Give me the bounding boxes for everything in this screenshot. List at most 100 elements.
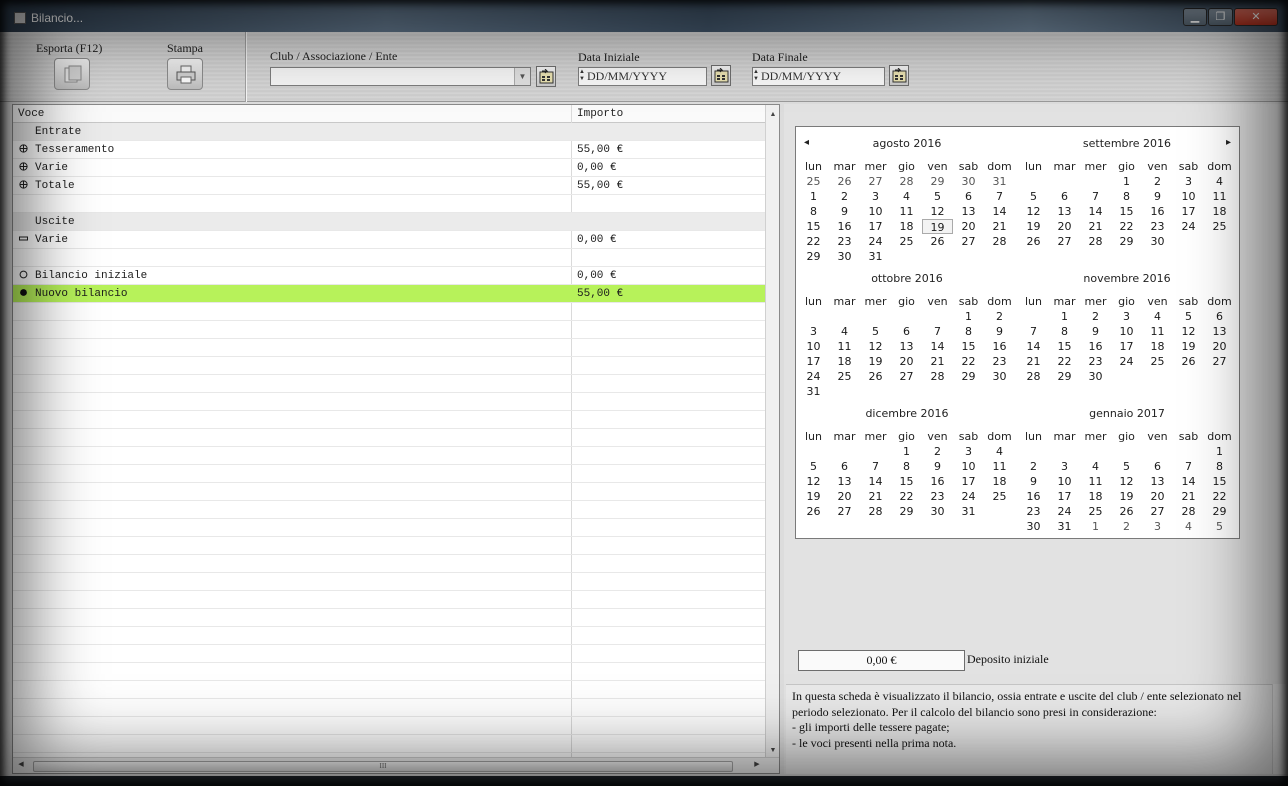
calendar-day[interactable]: 17 <box>953 474 984 489</box>
calendar-day[interactable]: 1 <box>1111 174 1142 189</box>
calendar-day[interactable]: 8 <box>798 204 829 219</box>
calendar-day[interactable]: 12 <box>798 474 829 489</box>
calendar-day[interactable]: 7 <box>1080 189 1111 204</box>
calendar-day[interactable]: 15 <box>953 339 984 354</box>
table-row[interactable] <box>13 447 765 465</box>
calendar-day[interactable]: 26 <box>860 369 891 384</box>
calendar-day[interactable]: 6 <box>829 459 860 474</box>
calendar-day[interactable]: 23 <box>1142 219 1173 234</box>
print-button[interactable] <box>167 58 203 90</box>
calendar-day[interactable]: 4 <box>984 444 1015 459</box>
calendar-day[interactable]: 4 <box>1173 519 1204 534</box>
calendar-day[interactable]: 5 <box>860 324 891 339</box>
calendar-day[interactable]: 28 <box>860 504 891 519</box>
calendar-day[interactable]: 21 <box>1173 489 1204 504</box>
table-row[interactable] <box>13 483 765 501</box>
calendar-day[interactable]: 16 <box>1142 204 1173 219</box>
calendar-day[interactable]: 12 <box>860 339 891 354</box>
calendar-day[interactable]: 21 <box>1080 219 1111 234</box>
calendar-day[interactable]: 15 <box>1111 204 1142 219</box>
table-row[interactable] <box>13 681 765 699</box>
calendar-day[interactable]: 12 <box>1173 324 1204 339</box>
table-row[interactable] <box>13 717 765 735</box>
calendar-day[interactable]: 8 <box>891 459 922 474</box>
table-row[interactable] <box>13 591 765 609</box>
calendar-day[interactable]: 24 <box>798 369 829 384</box>
calendar-day[interactable]: 29 <box>798 249 829 264</box>
table-row[interactable] <box>13 411 765 429</box>
calendar-day[interactable]: 22 <box>798 234 829 249</box>
calendar-day[interactable]: 2 <box>1080 309 1111 324</box>
calendar-day[interactable]: 1 <box>1204 444 1235 459</box>
initial-deposit-field[interactable]: 0,00 € <box>798 650 965 671</box>
calendar-day[interactable]: 31 <box>953 504 984 519</box>
calendar-day[interactable]: 1 <box>1080 519 1111 534</box>
maximize-button[interactable]: ❐ <box>1208 8 1233 26</box>
chevron-down-icon[interactable]: ▼ <box>514 68 530 85</box>
calendar-day[interactable]: 10 <box>860 204 891 219</box>
calendar-day[interactable]: 1 <box>798 189 829 204</box>
calendar-day[interactable]: 18 <box>891 219 922 234</box>
end-date-field[interactable]: ▲ ▼ DD/MM/YYYY <box>752 67 885 86</box>
calendar-day[interactable]: 4 <box>1142 309 1173 324</box>
calendar-day[interactable]: 9 <box>1018 474 1049 489</box>
calendar-day[interactable]: 21 <box>860 489 891 504</box>
scroll-up-icon[interactable]: ▲ <box>766 107 780 121</box>
calendar-day[interactable]: 24 <box>860 234 891 249</box>
calendar-day[interactable]: 7 <box>984 189 1015 204</box>
calendar-day[interactable]: 11 <box>984 459 1015 474</box>
calendar-day[interactable]: 31 <box>860 249 891 264</box>
calendar-day[interactable]: 27 <box>1049 234 1080 249</box>
table-row[interactable] <box>13 429 765 447</box>
calendar-day[interactable]: 23 <box>829 234 860 249</box>
calendar-day[interactable]: 14 <box>860 474 891 489</box>
table-row[interactable] <box>13 537 765 555</box>
table-row[interactable] <box>13 321 765 339</box>
calendar-day[interactable]: 6 <box>1142 459 1173 474</box>
calendar-day[interactable]: 20 <box>891 354 922 369</box>
calendar-day[interactable]: 19 <box>798 489 829 504</box>
calendar-day[interactable]: 16 <box>984 339 1015 354</box>
calendar-day[interactable]: 19 <box>1111 489 1142 504</box>
calendar-day[interactable]: 3 <box>1142 519 1173 534</box>
calendar-day[interactable]: 2 <box>1111 519 1142 534</box>
calendar-day[interactable]: 17 <box>798 354 829 369</box>
calendar-day[interactable]: 29 <box>953 369 984 384</box>
calendar-day[interactable]: 6 <box>953 189 984 204</box>
calendar-day[interactable]: 21 <box>984 219 1015 234</box>
calendar-day[interactable]: 12 <box>922 204 953 219</box>
calendar-day[interactable]: 8 <box>1049 324 1080 339</box>
calendar-day[interactable]: 23 <box>984 354 1015 369</box>
calendar-day[interactable]: 27 <box>860 174 891 189</box>
calendar-day[interactable]: 26 <box>829 174 860 189</box>
spinner-icon[interactable]: ▲ ▼ <box>579 69 585 83</box>
calendar-day[interactable]: 13 <box>829 474 860 489</box>
calendar-day[interactable]: 31 <box>1049 519 1080 534</box>
calendar-day[interactable]: 17 <box>1111 339 1142 354</box>
calendar-day[interactable]: 24 <box>1111 354 1142 369</box>
calendar-day[interactable]: 21 <box>922 354 953 369</box>
table-row[interactable]: Nuovo bilancio 55,00 € <box>13 285 765 303</box>
column-header-importo[interactable]: Importo <box>577 108 623 120</box>
end-date-picker-button[interactable] <box>889 65 909 86</box>
calendar-day[interactable]: 4 <box>829 324 860 339</box>
calendar-day[interactable]: 11 <box>891 204 922 219</box>
column-header-voce[interactable]: Voce <box>18 108 44 120</box>
club-select-button[interactable] <box>536 66 556 87</box>
calendar-day[interactable]: 1 <box>891 444 922 459</box>
calendar-day[interactable]: 2 <box>829 189 860 204</box>
calendar-day[interactable]: 22 <box>1049 354 1080 369</box>
calendar-day[interactable]: 14 <box>922 339 953 354</box>
calendar-day[interactable]: 29 <box>922 174 953 189</box>
scroll-right-icon[interactable]: ▶ <box>751 760 763 768</box>
table-row[interactable] <box>13 303 765 321</box>
calendar-day[interactable]: 15 <box>891 474 922 489</box>
calendar-day[interactable]: 3 <box>1173 174 1204 189</box>
calendar-day[interactable]: 23 <box>1018 504 1049 519</box>
calendar-day[interactable]: 3 <box>860 189 891 204</box>
calendar-day[interactable]: 18 <box>1080 489 1111 504</box>
calendar-day[interactable]: 17 <box>1049 489 1080 504</box>
calendar-day[interactable]: 3 <box>1111 309 1142 324</box>
table-row[interactable] <box>13 393 765 411</box>
table-row[interactable] <box>13 735 765 753</box>
